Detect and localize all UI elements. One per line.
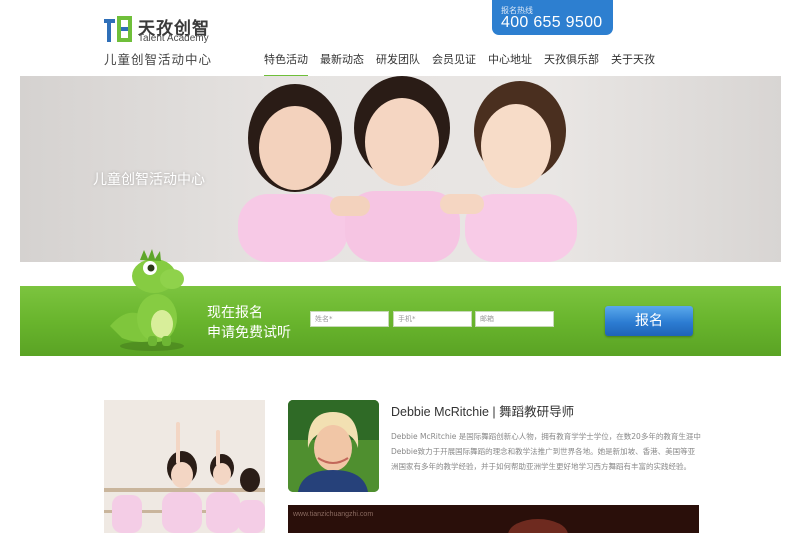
signup-button[interactable]: 报名 bbox=[605, 306, 693, 336]
teacher-bio: Debbie McRitchie 是国际舞蹈创新心人物，拥有教育学学士学位，在数… bbox=[391, 432, 701, 472]
signup-headline: 现在报名 bbox=[207, 305, 263, 321]
email-field[interactable]: 邮箱 bbox=[475, 311, 554, 327]
phone-field[interactable]: 手机* bbox=[393, 311, 472, 327]
logo-mark-icon bbox=[104, 16, 132, 42]
hotline-badge: 报名热线 400 655 9500 bbox=[492, 0, 613, 35]
nav-item-club[interactable]: 天孜俱乐部 bbox=[538, 52, 605, 78]
name-field[interactable]: 姓名* bbox=[310, 311, 389, 327]
hero-photo-girls bbox=[238, 76, 577, 262]
brand-subtitle: 儿童创智活动中心 bbox=[104, 52, 213, 67]
nav-item-news[interactable]: 最新动态 bbox=[314, 52, 370, 78]
main-nav: 特色活动 最新动态 研发团队 会员见证 中心地址 天孜俱乐部 关于天孜 bbox=[258, 52, 661, 78]
brand-name-en: Talent Academy bbox=[138, 33, 209, 44]
dinosaur-mascot-icon bbox=[110, 249, 184, 351]
nav-item-features[interactable]: 特色活动 bbox=[258, 52, 314, 78]
teacher-name: Debbie McRitchie | 舞蹈教研导师 bbox=[391, 405, 575, 419]
nav-item-about[interactable]: 关于天孜 bbox=[605, 52, 661, 78]
teacher-portrait bbox=[288, 400, 379, 492]
nav-item-team[interactable]: 研发团队 bbox=[370, 52, 426, 78]
hotline-number: 400 655 9500 bbox=[501, 14, 603, 31]
dance-class-photo bbox=[104, 400, 265, 533]
video-preview[interactable]: www.tianzichuangzhi.com bbox=[288, 505, 699, 533]
hero-banner: 儿童创智活动中心 bbox=[20, 76, 781, 262]
hero-title: 儿童创智活动中心 bbox=[93, 172, 205, 188]
nav-item-locations[interactable]: 中心地址 bbox=[482, 52, 538, 78]
nav-item-testimonials[interactable]: 会员见证 bbox=[426, 52, 482, 78]
signup-subheadline: 申请免费试听 bbox=[207, 325, 291, 341]
